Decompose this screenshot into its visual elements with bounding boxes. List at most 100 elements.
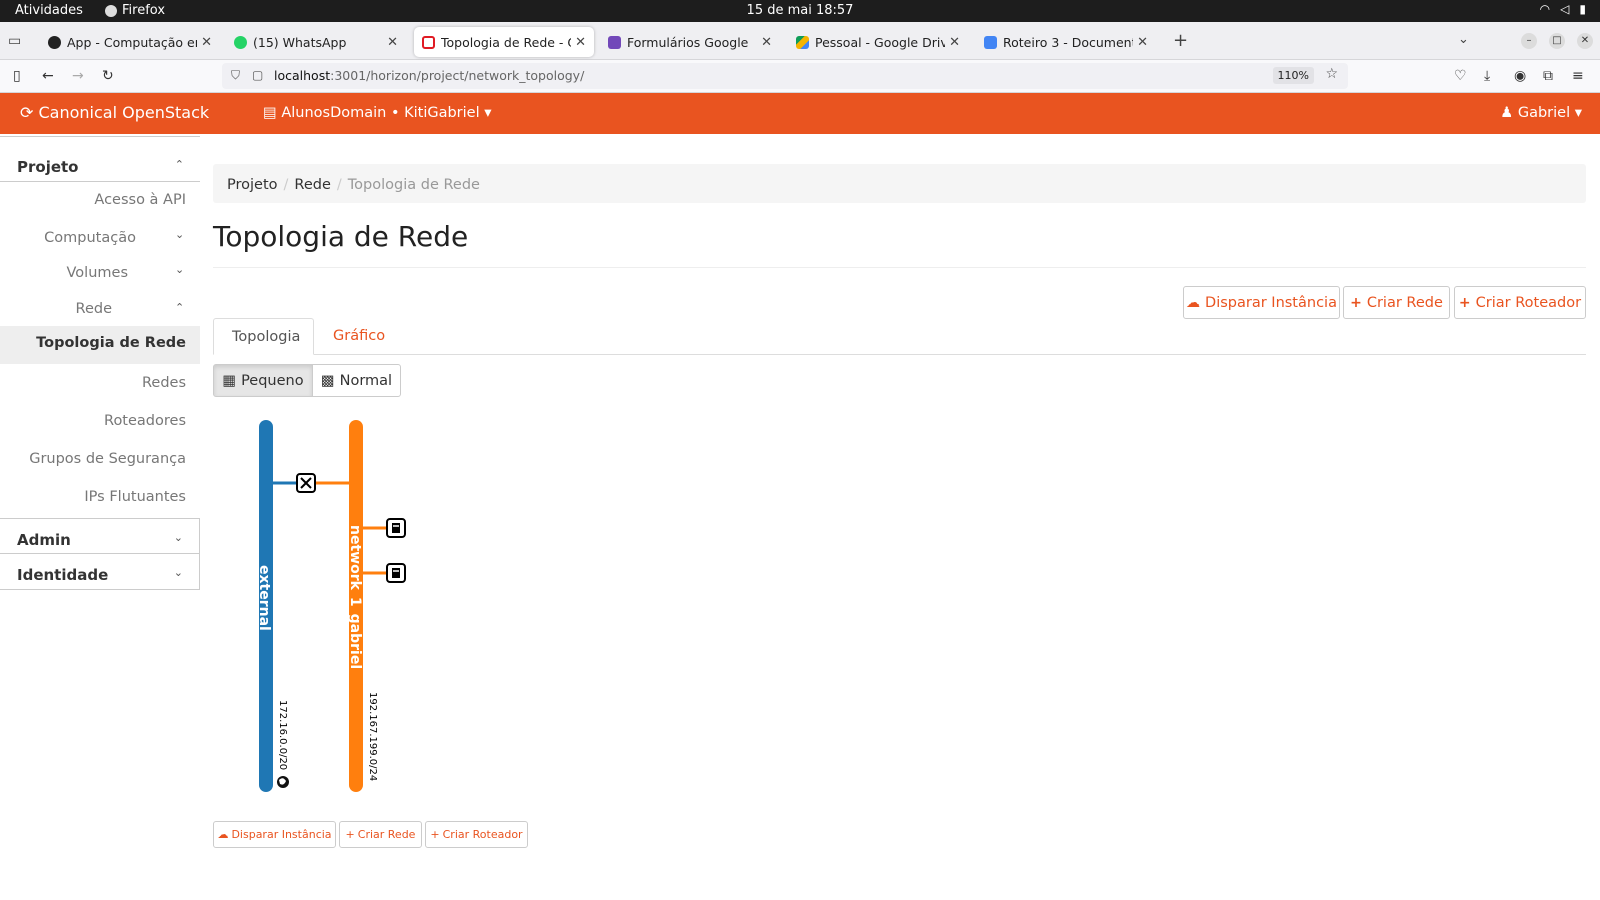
list-all-tabs-icon[interactable]: ⌄ [1458,32,1469,47]
sidebar-item-label: Topologia de Rede [36,335,186,351]
menu-icon[interactable]: ≡ [1572,68,1584,84]
shield-icon[interactable]: ⛉ [231,68,240,83]
sidebar-item-network-topology[interactable]: Topologia de Rede [0,326,200,364]
close-icon[interactable]: ✕ [387,35,398,50]
close-icon[interactable]: ✕ [201,35,212,50]
sidebar-section-project[interactable]: Projeto ⌃ [0,146,200,182]
browser-tab[interactable]: Pessoal - Google Drive ✕ [788,27,968,57]
breadcrumb-project[interactable]: Projeto [227,177,278,193]
breadcrumb-current: Topologia de Rede [347,177,480,193]
network-internal[interactable]: network_1_gabriel 192.167.199.0/24 [347,420,378,792]
sidebar-item-security-groups[interactable]: Grupos de Segurança [29,451,186,467]
forward-icon[interactable]: → [72,68,84,84]
sidebar-item-compute[interactable]: Computação [44,230,136,246]
user-menu-label: Gabriel [1517,105,1571,121]
create-network-small-button[interactable]: + Criar Rede [339,821,422,848]
app-menu[interactable]: Firefox [105,3,165,18]
browser-tab-bar: ▭ App - Computação em Nu ✕ (15) WhatsApp… [0,22,1600,60]
tab-title: (15) WhatsApp [253,34,347,50]
browser-tab[interactable]: Formulários Google ✕ [600,27,780,57]
tab-topology[interactable]: Topologia [213,318,314,355]
system-tray[interactable]: ◠ ◁ ▮ [1540,2,1586,16]
create-router-small-button[interactable]: + Criar Roteador [425,821,528,848]
instance-node[interactable] [386,563,406,583]
url-text[interactable]: localhost:3001/horizon/project/network_t… [274,68,584,83]
account-icon[interactable]: ◉ [1514,68,1526,84]
divider [213,267,1586,268]
sidebar-item-api-access[interactable]: Acesso à API [94,192,186,208]
breadcrumb-separator: / [336,177,342,193]
page-title: Topologia de Rede [213,220,469,253]
brand-logo[interactable]: ⟳ Canonical OpenStack [20,103,209,122]
clock[interactable]: 15 de mai 18:57 [0,3,1600,18]
launch-instance-button[interactable]: ☁ Disparar Instância [1183,286,1340,319]
cloud-upload-icon: ☁ [217,828,229,841]
openstack-header: ⟳ Canonical OpenStack ▤ AlunosDomain • K… [0,93,1600,134]
network-topology-diagram: external 172.16.0.0/20 network_1_gabriel… [256,420,406,792]
plus-icon: + [1350,294,1362,311]
small-size-button[interactable]: ▦ Pequeno [213,364,313,397]
network-name: network_1_gabriel [347,525,363,669]
sidebar-item-network[interactable]: Rede [76,301,112,317]
firefox-view-icon[interactable]: ▭ [8,33,21,49]
tab-title: Pessoal - Google Drive [815,34,946,50]
browser-tab[interactable]: App - Computação em Nu ✕ [40,27,220,57]
caret-down-icon: ▾ [484,105,492,121]
openstack-logo-icon: ⟳ [20,103,34,122]
close-icon[interactable]: ✕ [1137,35,1148,50]
minimize-button[interactable]: – [1521,33,1537,49]
pocket-icon[interactable]: ♡ [1454,68,1467,84]
new-tab-button[interactable]: + [1173,30,1188,51]
create-network-button[interactable]: + Criar Rede [1343,286,1450,319]
bookmark-star-icon[interactable]: ☆ [1325,66,1338,82]
google-docs-icon [984,35,997,49]
network-external[interactable]: external 172.16.0.0/20 [256,420,289,792]
tabs-divider [213,354,1586,355]
chevron-up-icon[interactable]: ⌃ [175,301,184,314]
router-node[interactable] [296,473,316,493]
close-icon[interactable]: ✕ [761,35,772,50]
sidebar-icon[interactable]: ▯ [13,68,21,84]
breadcrumb-network[interactable]: Rede [294,177,330,193]
project-selector[interactable]: ▤ AlunosDomain • KitiGabriel ▾ [263,105,492,121]
sidebar-item-volumes[interactable]: Volumes [67,265,128,281]
browser-tab[interactable]: (15) WhatsApp ✕ [226,27,406,57]
normal-size-button[interactable]: ▩ Normal [312,364,401,397]
sidebar-item-routers[interactable]: Roteadores [104,413,186,429]
page-icon[interactable]: ▢ [252,68,263,82]
url-path: :3001/horizon/project/network_topology/ [330,68,585,83]
browser-tab[interactable]: Roteiro 3 - Documentos G ✕ [976,27,1156,57]
sidebar-section-identity[interactable]: Identidade ⌄ [0,554,200,590]
project-selector-label: AlunosDomain • KitiGabriel [281,105,480,121]
extensions-icon[interactable]: ⧉ [1543,68,1553,84]
chevron-down-icon[interactable]: ⌄ [175,263,184,276]
power-icon: ▮ [1579,2,1586,16]
tab-graph[interactable]: Gráfico [315,318,403,355]
create-router-button[interactable]: + Criar Roteador [1454,286,1586,319]
grid-large-icon: ▩ [320,372,335,389]
launch-instance-small-button[interactable]: ☁ Disparar Instância [213,821,336,848]
user-menu[interactable]: ♟ Gabriel ▾ [1500,105,1582,121]
close-icon[interactable]: ✕ [575,35,586,50]
back-icon[interactable]: ← [42,68,54,84]
firefox-icon [105,4,117,17]
instance-node[interactable] [386,518,406,538]
tab-title: Topologia de Rede - Ope [441,34,571,50]
browser-tab-active[interactable]: Topologia de Rede - Ope ✕ [414,27,594,57]
sidebar-section-admin[interactable]: Admin ⌄ [0,518,200,554]
sidebar-section-label: Identidade [17,566,109,584]
reload-icon[interactable]: ↻ [102,68,114,84]
download-icon[interactable]: ⤓ [1484,68,1490,84]
activities-button[interactable]: Atividades [15,3,83,18]
sidebar-item-networks[interactable]: Redes [142,375,186,391]
whatsapp-icon [234,35,247,49]
maximize-button[interactable]: □ [1549,33,1565,49]
chevron-down-icon[interactable]: ⌄ [175,228,184,241]
close-window-button[interactable]: ✕ [1577,33,1593,49]
close-icon[interactable]: ✕ [949,35,960,50]
zoom-badge[interactable]: 110% [1272,67,1314,84]
url-bar[interactable]: ⛉ ▢ localhost:3001/horizon/project/netwo… [222,63,1348,89]
plus-icon: + [1458,294,1471,311]
sidebar-item-floating-ips[interactable]: IPs Flutuantes [84,489,186,505]
plus-icon: + [345,828,355,841]
